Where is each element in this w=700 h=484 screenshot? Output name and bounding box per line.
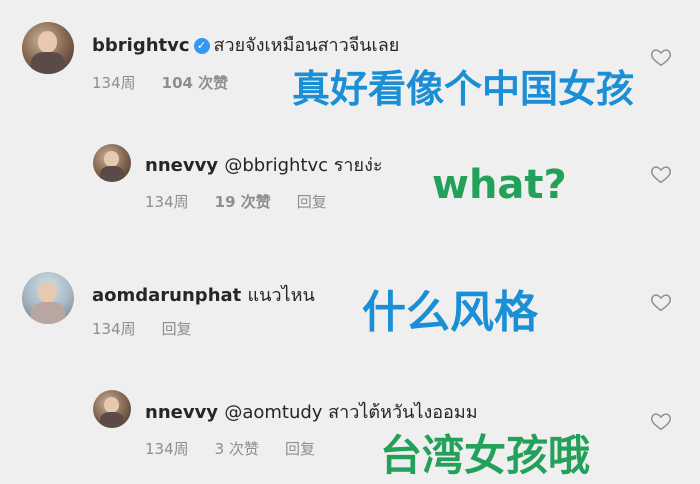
translation-overlay: 真好看像个中国女孩 [292,67,635,111]
avatar[interactable] [22,22,74,74]
reply-nnevvy-2: nnevvy @aomtudy สาวไต้หวันไงออมม 134周 3 次… [0,360,700,484]
heart-icon[interactable] [650,163,672,185]
translation-overlay: 什么风格 [362,287,538,338]
heart-icon[interactable] [650,410,672,432]
comment-text: สวยจังเหมือนสาวจีนเลย [213,35,400,56]
comment-text: แนวไหน [247,285,315,306]
comment-username[interactable]: aomdarunphat แนวไหน [92,280,315,309]
comment-meta: 134周 19 次赞 回复 [145,191,353,212]
comment-text: @bbrightvc รายง่ะ [224,155,383,176]
comment-meta: 134周 104 次赞 [92,72,254,93]
comment-username[interactable]: nnevvy @bbrightvc รายง่ะ [145,150,383,179]
comment-meta: 134周 3 次赞 回复 [145,438,341,459]
translation-overlay: 台湾女孩哦 [380,431,591,480]
avatar[interactable] [22,272,74,324]
translation-overlay: what? [432,162,567,208]
comment-username[interactable]: bbrightvc ✓ สวยจังเหมือนสาวจีนเลย [92,30,399,59]
comment-time: 134周 [145,440,189,458]
comment-aomdarunphat: aomdarunphat แนวไหน 134周 回复 什么风格 [0,240,700,360]
like-count[interactable]: 3 次赞 [215,440,259,458]
comment-time: 134周 [145,193,189,211]
avatar[interactable] [93,144,131,182]
reply-button[interactable]: 回复 [297,193,327,211]
verified-badge-icon: ✓ [193,38,210,54]
like-count[interactable]: 19 次赞 [215,193,271,211]
reply-button[interactable]: 回复 [162,320,192,338]
comment-meta: 134周 回复 [92,318,218,339]
heart-icon[interactable] [650,291,672,313]
comment-text: @aomtudy สาวไต้หวันไงออมม [224,402,478,423]
reply-nnevvy-1: nnevvy @bbrightvc รายง่ะ 134周 19 次赞 回复 wha… [0,120,700,240]
comment-time: 134周 [92,74,136,92]
avatar[interactable] [93,390,131,428]
comment-bbrightvc: bbrightvc ✓ สวยจังเหมือนสาวจีนเลย 134周 104 … [0,0,700,120]
comment-time: 134周 [92,320,136,338]
reply-button[interactable]: 回复 [285,440,315,458]
like-count[interactable]: 104 次赞 [162,74,229,92]
heart-icon[interactable] [650,46,672,68]
